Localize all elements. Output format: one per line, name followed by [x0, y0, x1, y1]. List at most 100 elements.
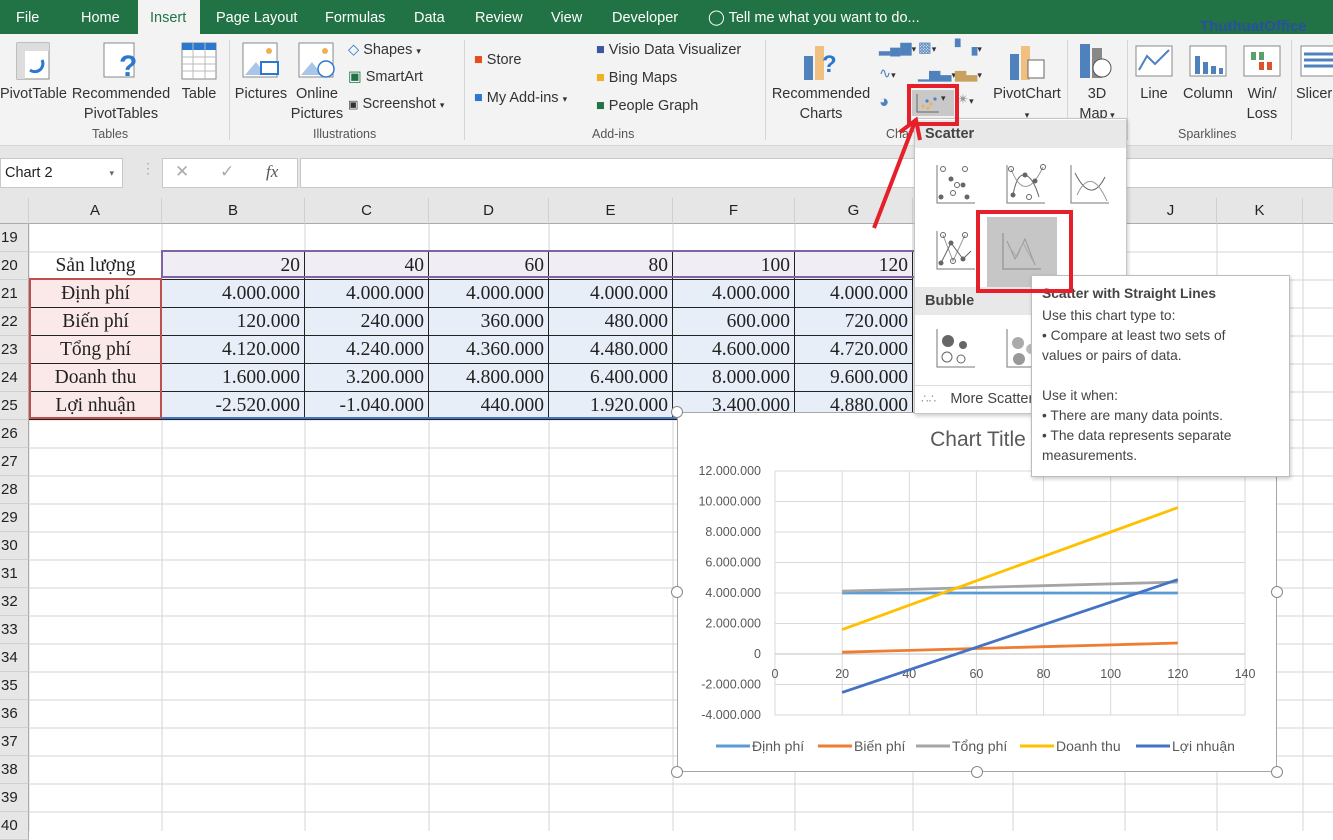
- radar-chart-button[interactable]: ✴▾: [957, 92, 974, 108]
- enter-check-icon[interactable]: ✓: [220, 162, 234, 182]
- resize-handle-mr[interactable]: [1271, 586, 1283, 598]
- cell-value[interactable]: 4.000.000: [549, 280, 673, 308]
- row-header-24[interactable]: 24: [0, 364, 29, 392]
- cell-value[interactable]: 6.400.000: [549, 364, 673, 392]
- row-header-36[interactable]: 36: [0, 700, 29, 728]
- screenshot-button[interactable]: ▣ Screenshot ▾: [348, 96, 444, 112]
- cell-value[interactable]: 4.000.000: [162, 280, 305, 308]
- people-graph-button[interactable]: ■ People Graph: [596, 98, 698, 114]
- column-header-a[interactable]: A: [29, 198, 162, 224]
- cancel-icon[interactable]: ✕: [175, 162, 189, 182]
- line-chart-button[interactable]: ∿▾: [879, 66, 896, 82]
- tab-page-layout[interactable]: Page Layout: [204, 0, 309, 34]
- resize-handle-bl[interactable]: [671, 766, 683, 778]
- row-header-29[interactable]: 29: [0, 504, 29, 532]
- cell-value[interactable]: 480.000: [549, 308, 673, 336]
- sparkline-winloss-button[interactable]: Win/ Loss: [1240, 42, 1284, 124]
- cell-value[interactable]: 240.000: [305, 308, 429, 336]
- resize-handle-bm[interactable]: [971, 766, 983, 778]
- table-button[interactable]: Table: [176, 42, 222, 104]
- cell-value[interactable]: 4.000.000: [429, 280, 549, 308]
- cell-value[interactable]: 4.000.000: [795, 280, 913, 308]
- row-header-25[interactable]: 25: [0, 392, 29, 420]
- row-header-21[interactable]: 21: [0, 280, 29, 308]
- column-header-k[interactable]: K: [1217, 198, 1303, 224]
- cell-value[interactable]: 600.000: [673, 308, 795, 336]
- insert-function-icon[interactable]: fx: [266, 162, 278, 182]
- column-header-j[interactable]: J: [1125, 198, 1217, 224]
- cell-value[interactable]: 4.120.000: [162, 336, 305, 364]
- row-header-20[interactable]: 20: [0, 252, 29, 280]
- recommended-charts-button[interactable]: ? Recommended Charts: [769, 42, 873, 124]
- sparkline-column-button[interactable]: Column: [1178, 42, 1238, 104]
- statistic-chart-button[interactable]: ▁▅▃▾: [918, 66, 956, 82]
- combo-chart-button[interactable]: ▅▃▾: [955, 66, 982, 82]
- select-all-corner[interactable]: [0, 198, 29, 224]
- recommended-pivottables-button[interactable]: ? Recommended PivotTables: [70, 42, 172, 124]
- smartart-button[interactable]: ▣ SmartArt: [348, 69, 423, 85]
- slicer-button[interactable]: Slicer: [1296, 42, 1333, 104]
- pivotchart-button[interactable]: PivotChart ▾: [991, 42, 1063, 125]
- row-header-22[interactable]: 22: [0, 308, 29, 336]
- cell-value[interactable]: 440.000: [429, 392, 549, 420]
- row-header-28[interactable]: 28: [0, 476, 29, 504]
- 3d-map-button[interactable]: 3D Map ▾: [1071, 42, 1123, 125]
- cell-value[interactable]: 4.600.000: [673, 336, 795, 364]
- drag-handle-icon[interactable]: ⋮: [141, 160, 155, 177]
- row-header-30[interactable]: 30: [0, 532, 29, 560]
- cell-value[interactable]: 120.000: [162, 308, 305, 336]
- cell-value[interactable]: -2.520.000: [162, 392, 305, 420]
- resize-handle-br[interactable]: [1271, 766, 1283, 778]
- cell-value[interactable]: 4.360.000: [429, 336, 549, 364]
- tab-insert[interactable]: Insert: [138, 0, 200, 34]
- column-header-c[interactable]: C: [305, 198, 429, 224]
- scatter-option[interactable]: [921, 155, 985, 215]
- row-header-19[interactable]: 19: [0, 224, 29, 252]
- row-header-40[interactable]: 40: [0, 812, 29, 840]
- pivot-table-button[interactable]: PivotTable: [0, 42, 67, 104]
- tab-formulas[interactable]: Formulas: [313, 0, 397, 34]
- formula-input[interactable]: [300, 158, 1333, 188]
- chevron-down-icon[interactable]: ▾: [109, 159, 114, 187]
- tab-view[interactable]: View: [539, 0, 594, 34]
- cell-value[interactable]: -1.040.000: [305, 392, 429, 420]
- column-header-e[interactable]: E: [549, 198, 673, 224]
- resize-handle-ml[interactable]: [671, 586, 683, 598]
- row-header-34[interactable]: 34: [0, 644, 29, 672]
- scatter-smooth-lines-option[interactable]: [1061, 155, 1125, 215]
- column-header-f[interactable]: F: [673, 198, 795, 224]
- cell-label[interactable]: Sản lượng: [29, 252, 162, 280]
- row-header-39[interactable]: 39: [0, 784, 29, 812]
- bubble-option[interactable]: [921, 319, 985, 379]
- cell-value[interactable]: 4.000.000: [305, 280, 429, 308]
- cell-value[interactable]: 4.240.000: [305, 336, 429, 364]
- row-header-26[interactable]: 26: [0, 420, 29, 448]
- row-header-31[interactable]: 31: [0, 560, 29, 588]
- tell-me-search[interactable]: ◯ Tell me what you want to do...: [708, 0, 920, 34]
- row-header-32[interactable]: 32: [0, 588, 29, 616]
- scatter-smooth-lines-markers-option[interactable]: [991, 155, 1055, 215]
- cell-value[interactable]: 4.000.000: [673, 280, 795, 308]
- tab-home[interactable]: Home: [69, 0, 132, 34]
- cell-value[interactable]: 360.000: [429, 308, 549, 336]
- cell-value[interactable]: 1.920.000: [549, 392, 673, 420]
- row-header-38[interactable]: 38: [0, 756, 29, 784]
- sparkline-line-button[interactable]: Line: [1134, 42, 1174, 104]
- row-header-35[interactable]: 35: [0, 672, 29, 700]
- resize-handle-tl[interactable]: [671, 406, 683, 418]
- visio-data-visualizer-button[interactable]: ■ Visio Data Visualizer: [596, 42, 741, 58]
- row-header-23[interactable]: 23: [0, 336, 29, 364]
- cell-value[interactable]: 4.800.000: [429, 364, 549, 392]
- shapes-button[interactable]: ◇ Shapes ▾: [348, 42, 421, 58]
- pie-chart-button[interactable]: ◕: [879, 92, 889, 112]
- store-button[interactable]: ■ Store: [474, 52, 521, 68]
- cell-value[interactable]: 4.720.000: [795, 336, 913, 364]
- my-addins-button[interactable]: ■ My Add-ins ▾: [474, 90, 567, 106]
- column-header-b[interactable]: B: [162, 198, 305, 224]
- column-header-d[interactable]: D: [429, 198, 549, 224]
- pictures-button[interactable]: Pictures: [233, 42, 289, 104]
- hierarchy-chart-button[interactable]: ▩▾: [918, 40, 936, 56]
- waterfall-chart-button[interactable]: ▘▗▾: [955, 40, 982, 56]
- cell-value[interactable]: 1.600.000: [162, 364, 305, 392]
- bing-maps-button[interactable]: ■ Bing Maps: [596, 70, 677, 86]
